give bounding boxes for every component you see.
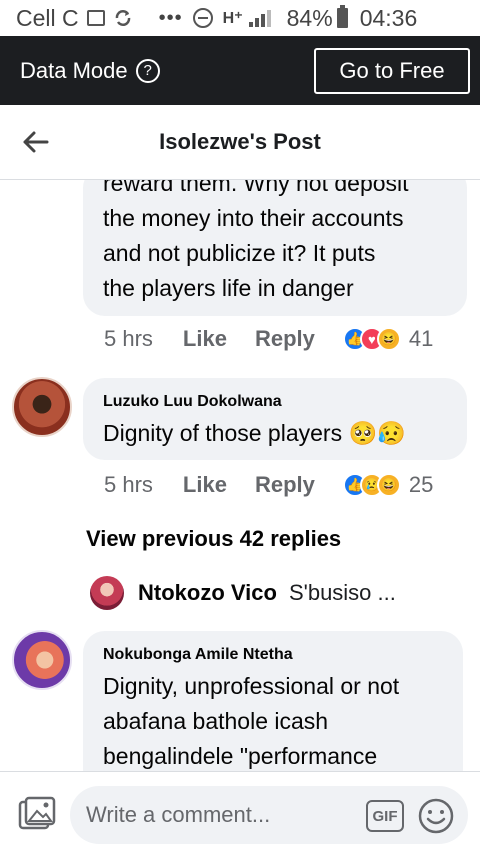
comment-text-line: abafana bathole icash — [103, 708, 329, 734]
battery-icon — [336, 5, 348, 28]
sync-icon — [113, 8, 133, 28]
comments-list[interactable]: reward them. Why not deposit the money i… — [0, 180, 480, 771]
help-icon[interactable]: ? — [135, 58, 160, 83]
avatar[interactable] — [90, 576, 124, 610]
more-notifications-icon: ••• — [158, 6, 183, 29]
comment-text-line: reward them. Why not deposit — [103, 180, 409, 196]
go-to-free-button[interactable]: Go to Free — [314, 47, 470, 94]
comment-bubble[interactable]: reward them. Why not deposit the money i… — [83, 180, 467, 316]
signal-icon — [248, 9, 271, 27]
page-title: Isolezwe's Post — [159, 129, 321, 154]
carrier-name: Cell C — [16, 4, 79, 31]
data-mode-toggle[interactable]: Data Mode ? — [20, 58, 160, 84]
gif-icon[interactable]: GIF — [366, 800, 404, 832]
comment-text-line: and not publicize it? It puts — [103, 240, 376, 266]
reply-snippet: S'busiso ... — [288, 580, 396, 605]
comment-text-line: the players life in danger — [103, 275, 354, 301]
like-button[interactable]: Like — [183, 326, 227, 352]
reactions[interactable]: 👍 ♥ 😆 — [342, 327, 401, 351]
avatar[interactable] — [12, 377, 72, 437]
post-header: Isolezwe's Post — [0, 105, 480, 180]
back-arrow-icon[interactable] — [0, 105, 70, 180]
network-type: H⁺ — [222, 10, 243, 27]
comment-actions: 5 hrs Like Reply 👍 ♥ 😆 41 — [104, 326, 433, 352]
data-mode-bar: Data Mode ? Go to Free — [0, 36, 480, 105]
comment-actions: 5 hrs Like Reply 👍 😢 😆 25 — [104, 472, 433, 498]
message-icon — [86, 10, 105, 26]
comment-time[interactable]: 5 hrs — [104, 472, 153, 498]
comment-time[interactable]: 5 hrs — [104, 326, 153, 352]
reply-author[interactable]: Ntokozo Vico — [138, 580, 277, 606]
emoji-icon[interactable] — [417, 797, 455, 840]
battery-percent: 84% — [286, 4, 333, 31]
like-button[interactable]: Like — [183, 472, 227, 498]
reaction-count[interactable]: 25 — [409, 472, 433, 498]
comment-author[interactable]: Luzuko Luu Dokolwana — [103, 393, 282, 411]
comment-text-line: Dignity, unprofessional or not — [103, 673, 400, 699]
avatar[interactable] — [12, 630, 72, 690]
data-mode-label: Data Mode — [20, 57, 128, 83]
comment-bubble[interactable]: Nokubonga Amile Ntetha Dignity, unprofes… — [83, 631, 463, 771]
reply-button[interactable]: Reply — [255, 326, 315, 352]
comment-input[interactable] — [70, 786, 468, 844]
photo-icon[interactable] — [18, 796, 56, 837]
reply-button[interactable]: Reply — [255, 472, 315, 498]
comment-author[interactable]: Nokubonga Amile Ntetha — [103, 646, 293, 664]
comment-composer: GIF — [0, 771, 480, 854]
comment-text-line: the money into their accounts — [103, 205, 404, 231]
comment-text: Dignity of those players 🥺😥 — [103, 420, 406, 446]
data-saver-icon — [192, 8, 213, 28]
status-bar: Cell C ••• H⁺ 84% 04:36 — [0, 0, 480, 36]
comment-bubble[interactable]: Luzuko Luu Dokolwana Dignity of those pl… — [83, 378, 467, 460]
reaction-count[interactable]: 41 — [409, 326, 433, 352]
comment-text-line: bengalindele "performance — [103, 743, 378, 769]
haha-reaction-icon: 😆 — [376, 473, 401, 497]
clock: 04:36 — [359, 4, 418, 31]
view-previous-replies-link[interactable]: View previous 42 replies — [86, 526, 341, 552]
haha-reaction-icon: 😆 — [376, 327, 401, 351]
reply-preview[interactable]: Ntokozo Vico S'busiso ... — [90, 576, 396, 610]
reactions[interactable]: 👍 😢 😆 — [342, 473, 401, 497]
